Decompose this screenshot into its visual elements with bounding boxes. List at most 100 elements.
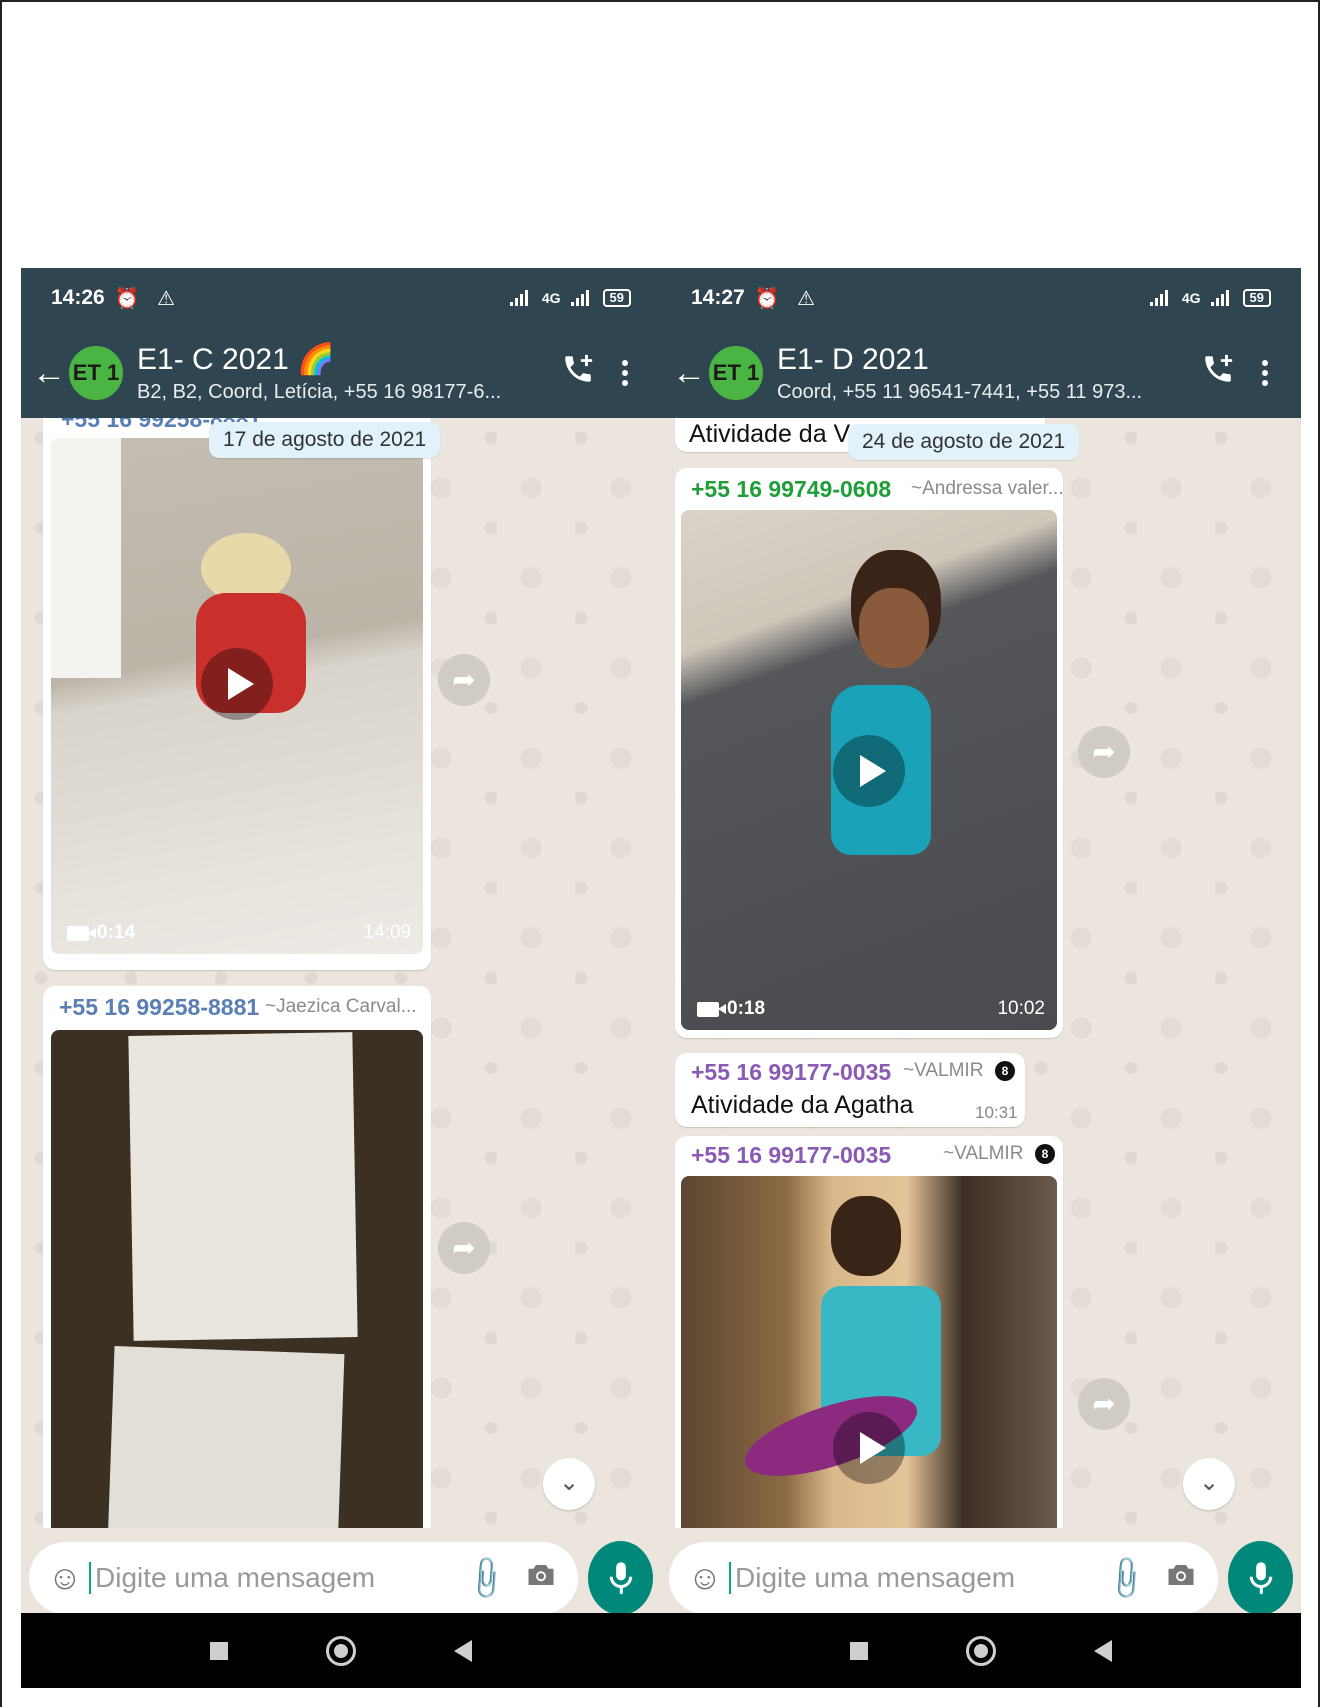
- video-duration: 0:14: [67, 922, 135, 944]
- group-avatar[interactable]: ET 1: [67, 344, 125, 402]
- chat-header: ← ET 1 E1- C 2021 🌈 B2, B2, Coord, Letíc…: [21, 328, 661, 418]
- back-icon[interactable]: [454, 1639, 472, 1662]
- signal-icon-2: [570, 290, 593, 306]
- message-bubble-video[interactable]: +55 16 99749-0608 ~Andressa valer... 0:1…: [675, 468, 1064, 1038]
- date-pill: 17 de agosto de 2021: [209, 422, 441, 458]
- back-arrow-icon[interactable]: ←: [31, 354, 67, 393]
- message-time: 14:09: [363, 922, 411, 943]
- image-thumbnail[interactable]: [51, 1030, 423, 1528]
- home-icon[interactable]: [966, 1635, 996, 1666]
- status-bar: 14:26 ⏰ ⚠ 4G 59: [21, 268, 661, 328]
- phone-screen-right: 14:27 ⏰ ⚠ 4G 59 ← ET 1 E1- D 2021 Coord,…: [661, 268, 1301, 1688]
- scroll-down-icon[interactable]: ⌄: [543, 1458, 595, 1510]
- forward-icon[interactable]: ➦: [1078, 726, 1130, 778]
- recents-icon[interactable]: [850, 1641, 868, 1660]
- chat-title-area[interactable]: E1- D 2021 Coord, +55 11 96541-7441, +55…: [777, 343, 1191, 404]
- alarm-icon: ⏰ ⚠: [754, 287, 822, 310]
- play-icon[interactable]: [833, 1412, 905, 1484]
- message-text: Atividade da V: [689, 420, 851, 448]
- chat-area: +55 16 99258-8881 0:14 14:09 17 de agost…: [21, 418, 661, 1528]
- forward-icon[interactable]: ➦: [438, 1222, 490, 1274]
- message-bubble-text[interactable]: +55 16 99177-0035 ~VALMIR 8 Atividade da…: [675, 1053, 1025, 1127]
- forward-icon[interactable]: ➦: [438, 654, 490, 706]
- mic-button[interactable]: [1228, 1541, 1293, 1615]
- message-sender: +55 16 99258-8881: [59, 994, 260, 1020]
- message-sender: +55 16 99177-0035: [691, 1059, 892, 1085]
- add-call-icon[interactable]: [551, 352, 605, 394]
- message-time: 10:31: [975, 1103, 1018, 1122]
- play-icon[interactable]: [833, 735, 905, 807]
- alarm-icon: ⏰ ⚠: [114, 287, 182, 310]
- video-duration: 0:18: [697, 998, 765, 1020]
- video-thumbnail[interactable]: 0:18 10:02: [681, 510, 1057, 1030]
- recents-icon[interactable]: [210, 1641, 228, 1660]
- system-nav-bar: [21, 1613, 661, 1688]
- sender-alias: ~VALMIR: [903, 1060, 984, 1081]
- door-frame: [51, 438, 121, 678]
- video-camera-icon: [67, 925, 96, 941]
- message-bubble-image[interactable]: +55 16 99258-8881 ~Jaezica Carval...: [43, 986, 431, 1528]
- message-input-box: ☺ 📎: [29, 1542, 578, 1614]
- sender-alias: ~Andressa valer...: [911, 478, 1064, 499]
- message-input-box: ☺ 📎: [669, 1542, 1218, 1614]
- network-label: 4G: [541, 290, 561, 306]
- chat-participants: B2, B2, Coord, Letícia, +55 16 98177-6..…: [137, 381, 502, 403]
- attach-icon[interactable]: 📎: [1092, 1544, 1159, 1611]
- play-icon[interactable]: [201, 648, 273, 720]
- add-call-icon[interactable]: [1191, 352, 1245, 394]
- chat-title-area[interactable]: E1- C 2021 🌈 B2, B2, Coord, Letícia, +55…: [137, 342, 551, 404]
- message-input[interactable]: [89, 1562, 456, 1594]
- group-avatar[interactable]: ET 1: [707, 344, 765, 402]
- home-icon[interactable]: [326, 1635, 356, 1666]
- camera-icon[interactable]: [1156, 1562, 1206, 1595]
- message-time: 10:02: [997, 998, 1045, 1019]
- drawing-paper-2: [107, 1346, 345, 1528]
- mic-icon: [1249, 1562, 1272, 1594]
- message-text: Atividade da Agatha: [691, 1091, 914, 1119]
- video-camera-icon: [697, 1001, 726, 1017]
- system-nav-bar: [661, 1613, 1301, 1688]
- child-face: [859, 588, 929, 668]
- back-icon[interactable]: [1094, 1639, 1112, 1662]
- status-bar: 14:27 ⏰ ⚠ 4G 59: [661, 268, 1301, 328]
- scroll-down-icon[interactable]: ⌄: [1183, 1458, 1235, 1510]
- mic-icon: [609, 1562, 632, 1594]
- forward-icon[interactable]: ➦: [1078, 1378, 1130, 1430]
- status-time: 14:26: [51, 286, 105, 309]
- battery-icon: 59: [1242, 289, 1271, 307]
- camera-icon[interactable]: [516, 1562, 566, 1595]
- attach-icon[interactable]: 📎: [452, 1544, 519, 1611]
- child-face: [831, 1196, 901, 1276]
- drawing-paper-1: [128, 1032, 358, 1341]
- battery-icon: 59: [602, 289, 631, 307]
- chat-title: E1- C 2021 🌈: [137, 343, 335, 376]
- back-arrow-icon[interactable]: ←: [671, 354, 707, 393]
- eight-ball-icon: 8: [1035, 1144, 1055, 1164]
- video-thumbnail[interactable]: 0:14 14:09: [51, 438, 423, 954]
- phone-screen-left: 14:26 ⏰ ⚠ 4G 59 ← ET 1 E1- C 2021 🌈 B2, …: [21, 268, 661, 1688]
- sender-alias: ~Jaezica Carval...: [265, 996, 417, 1017]
- date-pill: 24 de agosto de 2021: [848, 424, 1080, 460]
- message-input[interactable]: [729, 1562, 1096, 1594]
- message-sender: +55 16 99749-0608: [691, 476, 892, 502]
- chat-area: Atividade da V 24 de agosto de 2021 +55 …: [661, 418, 1301, 1528]
- emoji-icon[interactable]: ☺: [41, 1559, 89, 1598]
- signal-icon: [509, 290, 532, 306]
- message-sender: +55 16 99177-0035: [691, 1142, 892, 1168]
- emoji-icon[interactable]: ☺: [681, 1559, 729, 1598]
- status-time: 14:27: [691, 286, 745, 309]
- mic-button[interactable]: [588, 1541, 653, 1615]
- message-bubble-video[interactable]: +55 16 99258-8881 0:14 14:09: [43, 418, 431, 970]
- network-label: 4G: [1181, 290, 1201, 306]
- message-bubble-video[interactable]: +55 16 99177-0035 ~VALMIR 8: [675, 1136, 1063, 1528]
- chat-title: E1- D 2021: [777, 342, 929, 376]
- more-options-icon[interactable]: [1245, 360, 1285, 386]
- signal-icon: [1149, 290, 1172, 306]
- eight-ball-icon: 8: [995, 1061, 1015, 1081]
- video-thumbnail[interactable]: [681, 1176, 1057, 1528]
- sender-alias: ~VALMIR: [943, 1143, 1024, 1164]
- more-options-icon[interactable]: [605, 360, 645, 386]
- chat-header: ← ET 1 E1- D 2021 Coord, +55 11 96541-74…: [661, 328, 1301, 418]
- signal-icon-2: [1210, 290, 1233, 306]
- chat-participants: Coord, +55 11 96541-7441, +55 11 973...: [777, 380, 1143, 403]
